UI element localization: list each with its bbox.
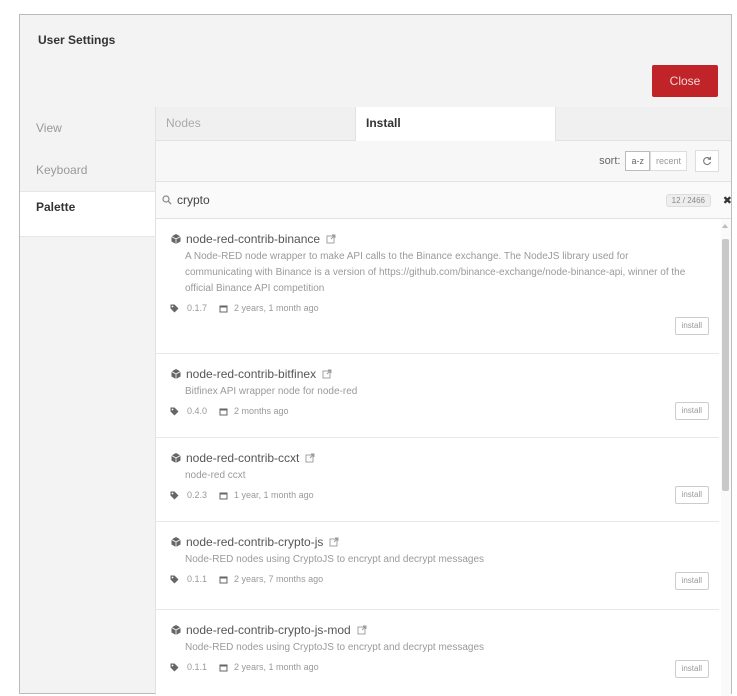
calendar-icon <box>219 305 228 312</box>
refresh-icon <box>703 156 712 166</box>
package-icon <box>171 234 181 244</box>
palette-tabs: Nodes Install <box>156 107 731 141</box>
list-item: node-red-contrib-binance A Node-RED node… <box>156 219 719 354</box>
package-name: node-red-contrib-ccxt <box>186 451 300 465</box>
install-button[interactable]: install <box>674 486 709 504</box>
search-bar: 12 / 2466 ✖ <box>156 182 732 219</box>
install-button[interactable]: install <box>674 660 709 678</box>
package-description: Bitfinex API wrapper node for node-red <box>185 386 358 397</box>
package-updated: 1 year, 1 month ago <box>234 490 314 500</box>
list-item: node-red-contrib-crypto-js Node-RED node… <box>156 522 719 610</box>
close-button[interactable]: Close <box>652 65 718 97</box>
calendar-icon <box>219 408 228 415</box>
refresh-button[interactable] <box>695 150 719 172</box>
package-icon <box>171 369 181 379</box>
search-input[interactable] <box>177 193 666 207</box>
tag-icon <box>170 304 179 312</box>
external-link-icon[interactable] <box>322 369 332 379</box>
package-name: node-red-contrib-binance <box>186 232 321 246</box>
clear-search-icon[interactable]: ✖ <box>723 194 732 207</box>
package-version: 0.1.1 <box>187 574 208 584</box>
settings-nav: View Keyboard Palette <box>20 107 155 237</box>
package-name: node-red-contrib-bitfinex <box>186 367 317 381</box>
calendar-icon <box>219 664 228 671</box>
tag-icon <box>170 491 179 499</box>
nav-item-palette[interactable]: Palette <box>20 191 155 237</box>
tag-icon <box>170 575 179 583</box>
package-version: 0.2.3 <box>187 490 208 500</box>
search-icon <box>162 194 174 206</box>
scroll-up-arrow-icon[interactable] <box>722 224 728 228</box>
list-item: node-red-contrib-crypto-js-mod Node-RED … <box>156 610 719 696</box>
package-updated: 2 years, 1 month ago <box>234 662 319 672</box>
tag-icon <box>170 663 179 671</box>
list-item: node-red-contrib-ccxt node-red ccxt 0.2.… <box>156 438 719 522</box>
package-list[interactable]: node-red-contrib-binance A Node-RED node… <box>156 219 731 696</box>
tag-icon <box>170 407 179 415</box>
nav-item-view[interactable]: View <box>20 107 155 149</box>
user-settings-dialog: User Settings Close View Keyboard Palett… <box>19 14 732 696</box>
package-updated: 2 years, 7 months ago <box>234 574 324 584</box>
palette-panel: Nodes Install sort: a-z recent 12 <box>155 107 732 696</box>
package-updated: 2 months ago <box>234 406 289 416</box>
install-button[interactable]: install <box>674 317 709 335</box>
sort-recent-button[interactable]: recent <box>649 151 687 171</box>
package-version: 0.1.7 <box>187 303 208 313</box>
list-item: node-red-contrib-bitfinex Bitfinex API w… <box>156 354 719 438</box>
external-link-icon[interactable] <box>305 453 315 463</box>
external-link-icon[interactable] <box>357 625 367 635</box>
package-name: node-red-contrib-crypto-js-mod <box>186 623 351 637</box>
package-icon <box>171 625 181 635</box>
package-name: node-red-contrib-crypto-js <box>186 535 324 549</box>
dialog-title: User Settings <box>38 33 116 47</box>
package-description: Node-RED nodes using CryptoJS to encrypt… <box>185 642 485 653</box>
package-version: 0.1.1 <box>187 662 208 672</box>
sort-toolbar: sort: a-z recent <box>156 141 731 182</box>
nav-item-keyboard[interactable]: Keyboard <box>20 149 155 191</box>
package-description: Node-RED nodes using CryptoJS to encrypt… <box>185 554 485 565</box>
tab-nodes[interactable]: Nodes <box>156 107 356 140</box>
scrollbar-thumb[interactable] <box>722 239 729 491</box>
tab-install[interactable]: Install <box>356 107 556 141</box>
calendar-icon <box>219 576 228 583</box>
external-link-icon[interactable] <box>326 234 336 244</box>
scrollbar[interactable] <box>721 219 731 696</box>
package-version: 0.4.0 <box>187 406 208 416</box>
install-button[interactable]: install <box>674 572 709 590</box>
package-description: A Node-RED node wrapper to make API call… <box>185 251 686 294</box>
package-updated: 2 years, 1 month ago <box>234 303 319 313</box>
sort-label: sort: <box>599 155 621 167</box>
external-link-icon[interactable] <box>329 537 339 547</box>
sort-az-button[interactable]: a-z <box>625 151 650 171</box>
calendar-icon <box>219 492 228 499</box>
result-count-badge: 12 / 2466 <box>665 193 711 207</box>
install-button[interactable]: install <box>674 402 709 420</box>
package-icon <box>171 537 181 547</box>
package-icon <box>171 453 181 463</box>
package-description: node-red ccxt <box>185 470 246 481</box>
